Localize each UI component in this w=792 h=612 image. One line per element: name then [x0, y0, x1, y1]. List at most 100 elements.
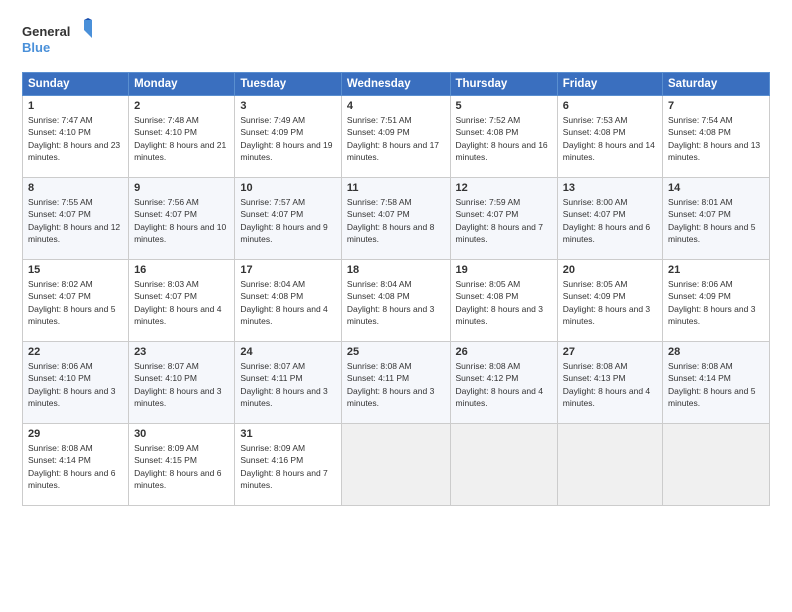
calendar-day-cell: 21 Sunrise: 8:06 AMSunset: 4:09 PMDayligh… — [663, 260, 770, 342]
day-number: 8 — [28, 182, 123, 194]
day-info: Sunrise: 8:02 AMSunset: 4:07 PMDaylight:… — [28, 279, 115, 326]
day-number: 12 — [456, 182, 552, 194]
calendar-day-cell: 16 Sunrise: 8:03 AMSunset: 4:07 PMDayligh… — [129, 260, 235, 342]
day-number: 7 — [668, 100, 764, 112]
day-number: 27 — [563, 346, 657, 358]
calendar-day-cell: 8 Sunrise: 7:55 AMSunset: 4:07 PMDaylight… — [23, 178, 129, 260]
day-number: 31 — [240, 428, 336, 440]
day-number: 29 — [28, 428, 123, 440]
calendar-col-header: Monday — [129, 73, 235, 96]
calendar-week-row: 1 Sunrise: 7:47 AMSunset: 4:10 PMDaylight… — [23, 96, 770, 178]
calendar-week-row: 29 Sunrise: 8:08 AMSunset: 4:14 PMDayligh… — [23, 424, 770, 506]
day-number: 14 — [668, 182, 764, 194]
day-info: Sunrise: 8:04 AMSunset: 4:08 PMDaylight:… — [240, 279, 327, 326]
day-info: Sunrise: 7:58 AMSunset: 4:07 PMDaylight:… — [347, 197, 434, 244]
day-number: 5 — [456, 100, 552, 112]
calendar-day-cell: 3 Sunrise: 7:49 AMSunset: 4:09 PMDaylight… — [235, 96, 342, 178]
calendar-col-header: Friday — [557, 73, 662, 96]
day-info: Sunrise: 8:03 AMSunset: 4:07 PMDaylight:… — [134, 279, 221, 326]
day-number: 3 — [240, 100, 336, 112]
day-info: Sunrise: 8:06 AMSunset: 4:09 PMDaylight:… — [668, 279, 755, 326]
day-info: Sunrise: 7:47 AMSunset: 4:10 PMDaylight:… — [28, 115, 120, 162]
calendar: SundayMondayTuesdayWednesdayThursdayFrid… — [22, 72, 770, 506]
day-number: 21 — [668, 264, 764, 276]
day-info: Sunrise: 7:55 AMSunset: 4:07 PMDaylight:… — [28, 197, 120, 244]
calendar-day-cell — [557, 424, 662, 506]
day-info: Sunrise: 7:51 AMSunset: 4:09 PMDaylight:… — [347, 115, 439, 162]
day-number: 28 — [668, 346, 764, 358]
day-info: Sunrise: 8:08 AMSunset: 4:14 PMDaylight:… — [28, 443, 115, 490]
day-info: Sunrise: 8:06 AMSunset: 4:10 PMDaylight:… — [28, 361, 115, 408]
calendar-day-cell: 24Sunrise: 8:07 AMSunset: 4:11 PMDayligh… — [235, 342, 342, 424]
calendar-day-cell: 25Sunrise: 8:08 AMSunset: 4:11 PMDayligh… — [341, 342, 450, 424]
day-number: 20 — [563, 264, 657, 276]
header: General Blue — [22, 18, 770, 62]
day-info: Sunrise: 8:09 AMSunset: 4:15 PMDaylight:… — [134, 443, 221, 490]
calendar-day-cell: 23 Sunrise: 8:07 AMSunset: 4:10 PMDayligh… — [129, 342, 235, 424]
calendar-day-cell: 17Sunrise: 8:04 AMSunset: 4:08 PMDayligh… — [235, 260, 342, 342]
calendar-day-cell: 19Sunrise: 8:05 AMSunset: 4:08 PMDayligh… — [450, 260, 557, 342]
calendar-day-cell: 12 Sunrise: 7:59 AMSunset: 4:07 PMDayligh… — [450, 178, 557, 260]
calendar-day-cell: 2 Sunrise: 7:48 AMSunset: 4:10 PMDaylight… — [129, 96, 235, 178]
calendar-col-header: Saturday — [663, 73, 770, 96]
logo: General Blue — [22, 18, 92, 62]
day-info: Sunrise: 7:54 AMSunset: 4:08 PMDaylight:… — [668, 115, 760, 162]
day-info: Sunrise: 8:08 AMSunset: 4:12 PMDaylight:… — [456, 361, 543, 408]
calendar-day-cell: 14Sunrise: 8:01 AMSunset: 4:07 PMDayligh… — [663, 178, 770, 260]
day-info: Sunrise: 8:00 AMSunset: 4:07 PMDaylight:… — [563, 197, 650, 244]
day-info: Sunrise: 7:59 AMSunset: 4:07 PMDaylight:… — [456, 197, 543, 244]
calendar-day-cell: 20 Sunrise: 8:05 AMSunset: 4:09 PMDayligh… — [557, 260, 662, 342]
day-info: Sunrise: 7:48 AMSunset: 4:10 PMDaylight:… — [134, 115, 226, 162]
day-info: Sunrise: 8:08 AMSunset: 4:13 PMDaylight:… — [563, 361, 650, 408]
day-number: 11 — [347, 182, 445, 194]
calendar-col-header: Tuesday — [235, 73, 342, 96]
calendar-day-cell: 28Sunrise: 8:08 AMSunset: 4:14 PMDayligh… — [663, 342, 770, 424]
calendar-day-cell: 13 Sunrise: 8:00 AMSunset: 4:07 PMDayligh… — [557, 178, 662, 260]
day-number: 6 — [563, 100, 657, 112]
calendar-header-row: SundayMondayTuesdayWednesdayThursdayFrid… — [23, 73, 770, 96]
day-number: 2 — [134, 100, 229, 112]
calendar-day-cell: 22Sunrise: 8:06 AMSunset: 4:10 PMDayligh… — [23, 342, 129, 424]
calendar-col-header: Sunday — [23, 73, 129, 96]
calendar-day-cell: 1 Sunrise: 7:47 AMSunset: 4:10 PMDaylight… — [23, 96, 129, 178]
day-info: Sunrise: 8:07 AMSunset: 4:11 PMDaylight:… — [240, 361, 327, 408]
calendar-day-cell: 7 Sunrise: 7:54 AMSunset: 4:08 PMDaylight… — [663, 96, 770, 178]
day-info: Sunrise: 7:49 AMSunset: 4:09 PMDaylight:… — [240, 115, 332, 162]
calendar-day-cell — [341, 424, 450, 506]
calendar-day-cell: 4 Sunrise: 7:51 AMSunset: 4:09 PMDaylight… — [341, 96, 450, 178]
calendar-day-cell: 15 Sunrise: 8:02 AMSunset: 4:07 PMDayligh… — [23, 260, 129, 342]
calendar-week-row: 8 Sunrise: 7:55 AMSunset: 4:07 PMDaylight… — [23, 178, 770, 260]
calendar-day-cell: 30Sunrise: 8:09 AMSunset: 4:15 PMDayligh… — [129, 424, 235, 506]
day-info: Sunrise: 8:05 AMSunset: 4:09 PMDaylight:… — [563, 279, 650, 326]
day-info: Sunrise: 8:05 AMSunset: 4:08 PMDaylight:… — [456, 279, 543, 326]
day-number: 4 — [347, 100, 445, 112]
day-number: 16 — [134, 264, 229, 276]
day-number: 25 — [347, 346, 445, 358]
day-info: Sunrise: 8:09 AMSunset: 4:16 PMDaylight:… — [240, 443, 327, 490]
calendar-day-cell: 31 Sunrise: 8:09 AMSunset: 4:16 PMDayligh… — [235, 424, 342, 506]
calendar-week-row: 15 Sunrise: 8:02 AMSunset: 4:07 PMDayligh… — [23, 260, 770, 342]
day-info: Sunrise: 7:57 AMSunset: 4:07 PMDaylight:… — [240, 197, 327, 244]
calendar-day-cell: 6Sunrise: 7:53 AMSunset: 4:08 PMDaylight… — [557, 96, 662, 178]
day-number: 13 — [563, 182, 657, 194]
day-number: 26 — [456, 346, 552, 358]
calendar-day-cell: 27 Sunrise: 8:08 AMSunset: 4:13 PMDayligh… — [557, 342, 662, 424]
day-number: 23 — [134, 346, 229, 358]
day-number: 9 — [134, 182, 229, 194]
svg-text:Blue: Blue — [22, 40, 50, 55]
calendar-day-cell: 5 Sunrise: 7:52 AMSunset: 4:08 PMDaylight… — [450, 96, 557, 178]
logo-svg: General Blue — [22, 18, 92, 62]
calendar-day-cell: 29 Sunrise: 8:08 AMSunset: 4:14 PMDayligh… — [23, 424, 129, 506]
svg-text:General: General — [22, 24, 70, 39]
day-number: 10 — [240, 182, 336, 194]
calendar-week-row: 22Sunrise: 8:06 AMSunset: 4:10 PMDayligh… — [23, 342, 770, 424]
calendar-col-header: Thursday — [450, 73, 557, 96]
day-info: Sunrise: 8:07 AMSunset: 4:10 PMDaylight:… — [134, 361, 221, 408]
calendar-day-cell — [663, 424, 770, 506]
calendar-day-cell: 10 Sunrise: 7:57 AMSunset: 4:07 PMDayligh… — [235, 178, 342, 260]
day-info: Sunrise: 7:52 AMSunset: 4:08 PMDaylight:… — [456, 115, 548, 162]
day-number: 1 — [28, 100, 123, 112]
calendar-day-cell — [450, 424, 557, 506]
day-number: 18 — [347, 264, 445, 276]
day-number: 15 — [28, 264, 123, 276]
